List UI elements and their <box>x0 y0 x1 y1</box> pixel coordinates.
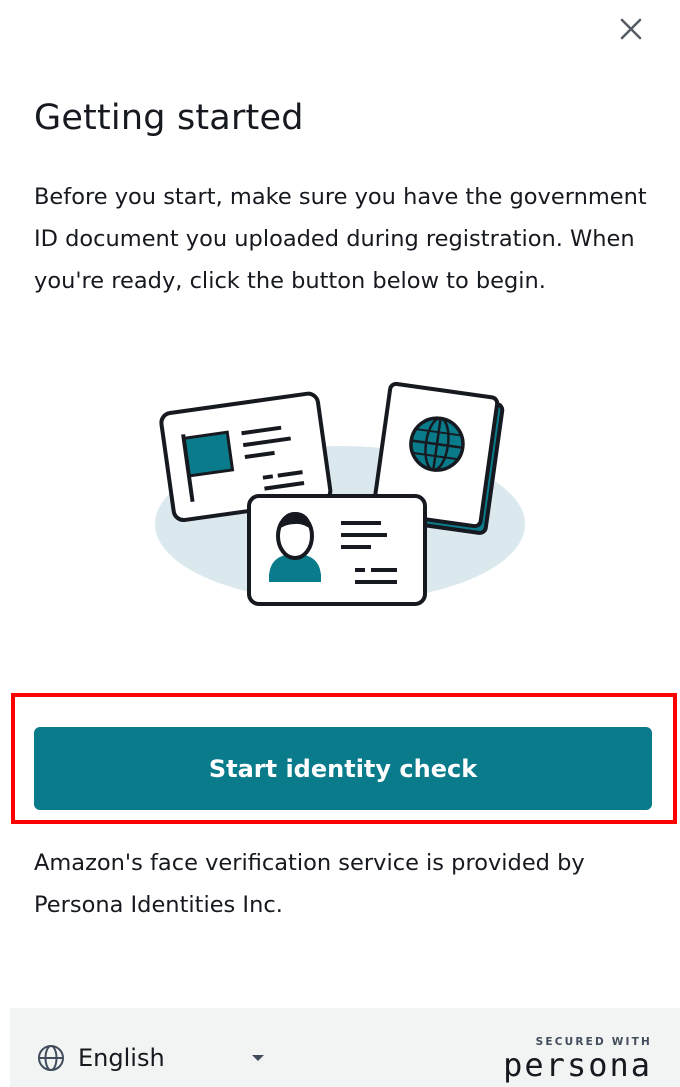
identity-check-dialog: Getting started Before you start, make s… <box>0 0 680 1087</box>
globe-icon <box>38 1045 64 1071</box>
provider-note: Amazon's face verification service is pr… <box>34 850 585 918</box>
language-selector[interactable]: English <box>36 1038 165 1078</box>
page-title: Getting started <box>34 98 304 138</box>
intro-text: Before you start, make sure you have the… <box>34 184 647 294</box>
id-card-person-icon <box>247 494 427 606</box>
start-identity-check-button[interactable]: Start identity check <box>34 727 652 810</box>
language-label: English <box>78 1044 165 1072</box>
persona-logo: persona <box>503 1046 652 1084</box>
close-icon[interactable] <box>612 10 648 46</box>
caret-down-icon[interactable] <box>250 1053 266 1063</box>
secured-with-persona-badge: SECURED WITH persona <box>503 1036 652 1082</box>
id-documents-illustration <box>155 381 525 606</box>
footer: English SECURED WITH persona <box>10 1008 680 1087</box>
